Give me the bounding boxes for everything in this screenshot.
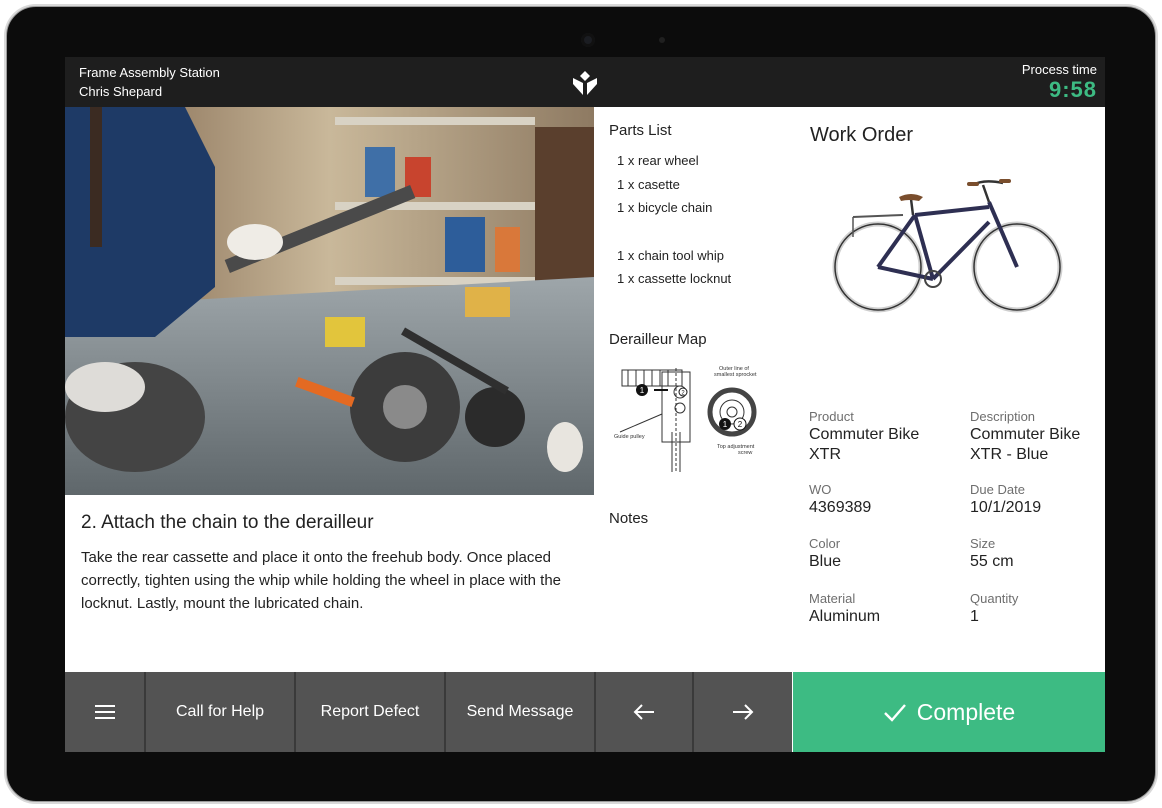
complete-label: Complete [916,698,1016,725]
parts-list-item: 1 x cassette locknut [617,271,732,287]
bottom-toolbar: Call for Help Report Defect Send Message [65,672,792,752]
work-order-panel: Work Order Product Commuter Bike XTR Des… [793,107,1105,672]
bike-image [832,179,1063,313]
field-label: Description [970,409,1036,424]
complete-button[interactable]: Complete [793,672,1105,752]
station-name: Frame Assembly Station [79,65,220,80]
field-label: Product [809,409,854,424]
svg-text:1: 1 [640,386,645,395]
field-value: Aluminum [809,608,881,625]
parts-list-panel: Parts List 1 x rear wheel 1 x casette 1 … [596,107,789,315]
step-photo [65,107,594,495]
svg-text:1: 1 [723,420,728,429]
field-size: Size 55 cm [970,536,1014,572]
parts-list-spacer [617,220,731,244]
send-message-button[interactable]: Send Message [446,672,596,752]
step-instructions-panel: 2. Attach the chain to the derailleur Ta… [67,497,593,671]
tulip-logo-icon [573,71,597,95]
top-bar: Frame Assembly Station Chris Shepard Pro… [65,57,1105,107]
checkmark-icon [883,704,906,722]
next-button[interactable] [694,672,792,752]
process-time: Process time 9:58 [1022,61,1097,102]
operator-name: Chris Shepard [79,84,163,99]
notes-panel[interactable]: Notes [596,495,789,671]
field-value: Blue [809,553,842,570]
process-time-label: Process time [1021,62,1097,77]
parts-list-item: 1 x casette [617,176,680,192]
menu-button[interactable] [65,672,146,752]
svg-text:2: 2 [738,420,743,429]
hamburger-menu-icon [94,705,115,719]
field-value: Commuter Bike XTR - Blue [970,426,1081,463]
field-wo: WO 4369389 [809,482,871,518]
front-camera [581,33,595,47]
parts-list-item: 1 x rear wheel [617,153,699,168]
field-product: Product Commuter Bike XTR [809,409,949,465]
report-defect-button[interactable]: Report Defect [296,672,446,752]
app-screen: Frame Assembly Station Chris Shepard Pro… [65,57,1105,752]
parts-list-item: 1 x chain tool whip [617,247,724,263]
field-description: Description Commuter Bike XTR - Blue [970,409,1100,465]
parts-list-title: Parts List [609,122,672,139]
field-label: Size [970,536,996,551]
field-label: Material [809,591,856,606]
field-label: Due Date [970,482,1025,497]
field-label: Quantity [970,591,1019,606]
notes-title: Notes [609,510,649,527]
arrow-right-icon [733,704,754,720]
map-label-sprocket: smallest sprocket [714,372,757,378]
map-label-screw: screw [738,450,752,456]
derailleur-map-title: Derailleur Map [609,331,707,348]
process-time-value: 9:58 [1048,77,1097,102]
arrow-left-icon [633,704,654,720]
parts-list-item: 1 x bicycle chain [617,200,713,216]
field-quantity: Quantity 1 [970,591,1018,627]
field-label: Color [809,536,841,551]
field-material: Material Aluminum [809,591,880,627]
derailleur-diagram: 1 1 2 2 Outer line of smallest sprocket … [614,366,757,472]
parts-list: 1 x rear wheel 1 x casette 1 x bicycle c… [617,149,731,291]
step-body: Take the rear cassette and place it onto… [81,549,561,612]
field-value: 1 [970,608,979,625]
field-value: 55 cm [970,553,1014,570]
workshop-photo-image [65,107,594,495]
derailleur-map-panel: Derailleur Map 1 1 2 2 Outer line of sma… [596,317,789,493]
back-button[interactable] [596,672,694,752]
work-order-title: Work Order [810,124,913,146]
station-info: Frame Assembly Station Chris Shepard [79,63,220,101]
field-due-date: Due Date 10/1/2019 [970,482,1041,518]
field-value: 4369389 [809,499,872,516]
call-for-help-button[interactable]: Call for Help [146,672,296,752]
field-color: Color Blue [809,536,841,572]
field-value: 10/1/2019 [970,499,1042,516]
step-title: 2. Attach the chain to the derailleur [81,512,374,533]
light-sensor [659,37,665,43]
field-value: Commuter Bike XTR [809,426,920,463]
field-label: WO [809,482,832,497]
map-label-guide-pulley: Guide pulley [614,434,645,440]
